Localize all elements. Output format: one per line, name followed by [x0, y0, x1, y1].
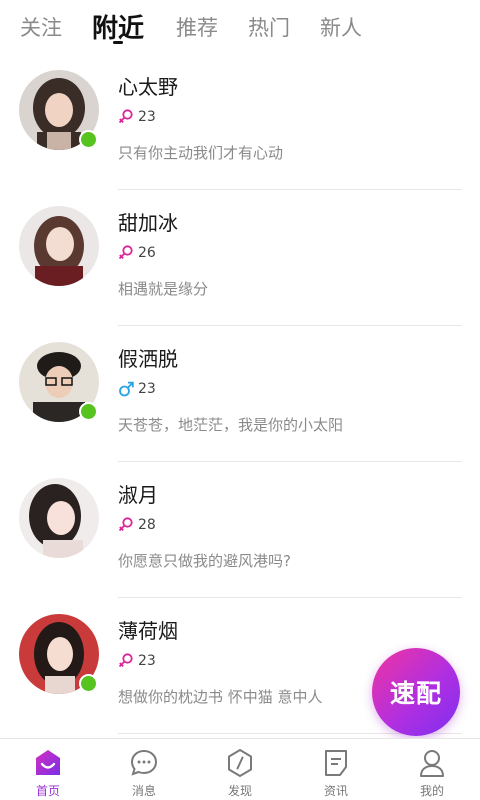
age: 26 — [138, 245, 156, 261]
nav-label: 发现 — [227, 784, 252, 798]
nav-label: 消息 — [131, 784, 156, 798]
gender-age: 26 — [118, 243, 156, 263]
top-tab-bar: 关注 附近 推荐 热门 新人 — [0, 0, 480, 56]
avatar[interactable] — [19, 478, 99, 558]
nav-home[interactable]: 首页 — [0, 739, 96, 800]
avatar[interactable] — [19, 70, 99, 150]
user-name: 心太野 — [118, 75, 178, 99]
tab-recommended[interactable]: 推荐 — [176, 12, 218, 42]
female-icon — [118, 652, 134, 670]
list-item[interactable]: 淑月 28 你愿意只做我的避风港吗? — [0, 462, 480, 598]
avatar[interactable] — [19, 206, 99, 286]
male-icon — [118, 380, 134, 398]
discover-icon — [225, 748, 255, 778]
female-icon — [118, 108, 134, 126]
online-indicator — [79, 130, 98, 149]
nav-label: 资讯 — [323, 784, 348, 798]
tab-newcomers[interactable]: 新人 — [320, 12, 362, 42]
nav-label: 我的 — [419, 784, 444, 798]
gender-age: 23 — [118, 107, 156, 127]
female-icon — [118, 244, 134, 262]
avatar[interactable] — [19, 342, 99, 422]
gender-age: 23 — [118, 379, 156, 399]
active-tab-indicator — [113, 41, 123, 44]
profile-icon — [417, 748, 447, 778]
user-name: 甜加冰 — [118, 211, 178, 235]
user-name: 薄荷烟 — [118, 619, 178, 643]
nav-messages[interactable]: 消息 — [96, 739, 192, 800]
user-list: 心太野 23 只有你主动我们才有心动 甜加冰 26 相遇就是缘分 假洒脱 23 … — [0, 54, 480, 738]
signature: 想做你的枕边书 怀中猫 意中人 — [118, 688, 323, 706]
signature: 只有你主动我们才有心动 — [118, 144, 284, 162]
user-name: 淑月 — [118, 483, 158, 507]
nav-news[interactable]: 资讯 — [288, 739, 384, 800]
avatar[interactable] — [19, 614, 99, 694]
tab-popular[interactable]: 热门 — [248, 12, 290, 42]
quick-match-button[interactable]: 速配 — [372, 648, 460, 736]
message-icon — [129, 748, 159, 778]
list-item[interactable]: 甜加冰 26 相遇就是缘分 — [0, 190, 480, 326]
online-indicator — [79, 674, 98, 693]
age: 28 — [138, 517, 156, 533]
online-indicator — [79, 402, 98, 421]
gender-age: 23 — [118, 651, 156, 671]
tab-nearby[interactable]: 附近 — [92, 8, 144, 45]
nav-label: 首页 — [35, 784, 60, 798]
signature: 你愿意只做我的避风港吗? — [118, 552, 291, 570]
signature: 相遇就是缘分 — [118, 280, 209, 298]
age: 23 — [138, 653, 156, 669]
tab-following[interactable]: 关注 — [20, 12, 62, 42]
gender-age: 28 — [118, 515, 156, 535]
user-name: 假洒脱 — [118, 347, 178, 371]
quick-match-label: 速配 — [389, 679, 442, 708]
home-icon — [33, 748, 63, 778]
age: 23 — [138, 381, 156, 397]
nav-discover[interactable]: 发现 — [192, 739, 288, 800]
bottom-nav: 首页 消息 发现 资讯 我的 — [0, 738, 480, 800]
news-icon — [321, 748, 351, 778]
signature: 天苍苍，地茫茫，我是你的小太阳 — [118, 416, 344, 434]
age: 23 — [138, 109, 156, 125]
list-item[interactable]: 假洒脱 23 天苍苍，地茫茫，我是你的小太阳 — [0, 326, 480, 462]
female-icon — [118, 516, 134, 534]
nav-profile[interactable]: 我的 — [384, 739, 480, 800]
list-item[interactable]: 心太野 23 只有你主动我们才有心动 — [0, 54, 480, 190]
